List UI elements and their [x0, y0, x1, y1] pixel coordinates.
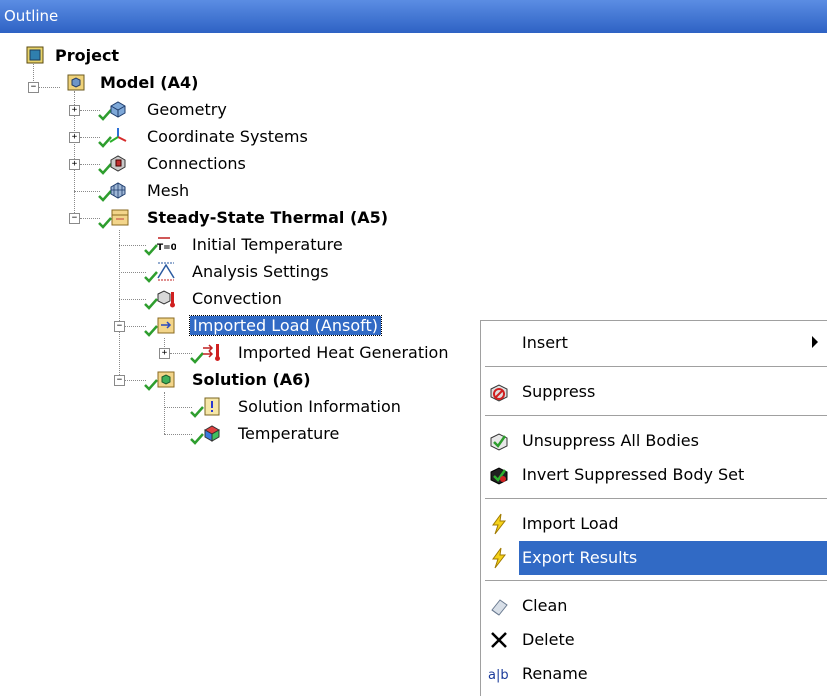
menu-item-insert[interactable]: Insert — [481, 326, 827, 360]
menu-item-export-results[interactable]: Export Results — [492, 541, 827, 575]
tree-label: Solution (A6) — [192, 370, 311, 389]
lightning-icon — [488, 547, 510, 569]
menu-label: Insert — [522, 333, 568, 352]
tree-guide — [119, 272, 146, 273]
tree-guide — [74, 191, 100, 192]
tree-label: Convection — [192, 289, 282, 308]
tree-guide — [119, 230, 120, 381]
tree-guide — [80, 137, 100, 138]
invert-suppressed-icon — [488, 464, 510, 486]
eraser-icon — [488, 595, 510, 617]
temperature-result-icon — [202, 423, 222, 443]
tree-guide — [80, 110, 100, 111]
tree-guide — [119, 299, 146, 300]
tree-guide — [80, 218, 100, 219]
menu-item-import-load[interactable]: Import Load — [481, 507, 827, 541]
solution-icon — [156, 369, 176, 389]
coordinate-systems-icon — [108, 126, 128, 146]
menu-item-unsuppress-all-bodies[interactable]: Unsuppress All Bodies — [481, 424, 827, 458]
mesh-icon — [108, 180, 128, 200]
menu-separator — [485, 580, 827, 581]
collapse-toggle[interactable]: − — [69, 213, 80, 224]
tree-label: Project — [55, 46, 120, 65]
tree-guide — [125, 326, 146, 327]
svg-text:a|b: a|b — [488, 668, 509, 683]
expand-toggle[interactable]: + — [159, 348, 170, 359]
tree-guide — [38, 87, 60, 88]
solution-information-icon — [202, 396, 222, 416]
unsuppress-icon — [488, 430, 510, 452]
connections-icon — [108, 153, 128, 173]
tree-label: Model (A4) — [100, 73, 199, 92]
tree-guide — [164, 434, 192, 435]
lightning-icon — [488, 513, 510, 535]
outline-title-bar: Outline — [0, 0, 827, 33]
tree-label: Temperature — [238, 424, 340, 443]
tree-label: Geometry — [147, 100, 227, 119]
context-menu: Insert Suppress Unsuppress All Bodies In… — [480, 320, 827, 696]
analysis-folder-icon — [110, 207, 130, 227]
rename-icon: a|b — [488, 663, 510, 685]
menu-label: Invert Suppressed Body Set — [522, 465, 745, 484]
menu-item-rename[interactable]: a|b Rename — [481, 657, 827, 691]
analysis-settings-icon — [156, 261, 176, 281]
expand-toggle[interactable]: + — [69, 132, 80, 143]
tree-label: Solution Information — [238, 397, 401, 416]
tree-label: Connections — [147, 154, 246, 173]
tree-label: Initial Temperature — [192, 235, 343, 254]
tree-guide — [164, 392, 165, 434]
initial-temperature-icon: T=0 — [156, 234, 176, 254]
delete-x-icon — [488, 629, 510, 651]
collapse-toggle[interactable]: − — [114, 375, 125, 386]
submenu-arrow-icon — [812, 336, 818, 348]
expand-toggle[interactable]: + — [69, 159, 80, 170]
menu-item-clean[interactable]: Clean — [481, 589, 827, 623]
collapse-toggle[interactable]: − — [28, 82, 39, 93]
menu-separator — [485, 366, 827, 367]
convection-icon — [156, 288, 176, 308]
tree-label-selected: Imported Load (Ansoft) — [189, 315, 382, 336]
tree-label: Steady-State Thermal (A5) — [147, 208, 389, 227]
outline-title: Outline — [4, 7, 59, 25]
imported-load-folder-icon — [156, 315, 176, 335]
menu-item-invert-suppressed-body-set[interactable]: Invert Suppressed Body Set — [481, 458, 827, 492]
tree-label: Coordinate Systems — [147, 127, 308, 146]
expand-toggle[interactable]: + — [69, 105, 80, 116]
tree-guide — [119, 245, 146, 246]
suppress-icon — [488, 381, 510, 403]
menu-label: Rename — [522, 664, 588, 683]
tree-label: Imported Heat Generation — [238, 343, 449, 362]
menu-label: Import Load — [522, 514, 619, 533]
geometry-icon — [108, 99, 128, 119]
menu-separator — [485, 415, 827, 416]
project-icon — [25, 45, 45, 65]
tree-label: Analysis Settings — [192, 262, 329, 281]
collapse-toggle[interactable]: − — [114, 321, 125, 332]
menu-label: Suppress — [522, 382, 596, 401]
svg-text:T=0: T=0 — [157, 243, 176, 253]
menu-separator — [485, 498, 827, 499]
tree-guide — [164, 407, 192, 408]
menu-label: Export Results — [522, 548, 638, 567]
tree-label: Mesh — [147, 181, 190, 200]
tree-guide — [80, 164, 100, 165]
tree-guide — [170, 353, 192, 354]
tree-guide — [125, 380, 146, 381]
model-icon — [66, 72, 86, 92]
menu-label: Clean — [522, 596, 568, 615]
menu-label: Unsuppress All Bodies — [522, 431, 699, 450]
menu-label: Delete — [522, 630, 575, 649]
menu-item-suppress[interactable]: Suppress — [481, 375, 827, 409]
menu-item-delete[interactable]: Delete — [481, 623, 827, 657]
imported-heat-generation-icon — [202, 342, 222, 362]
